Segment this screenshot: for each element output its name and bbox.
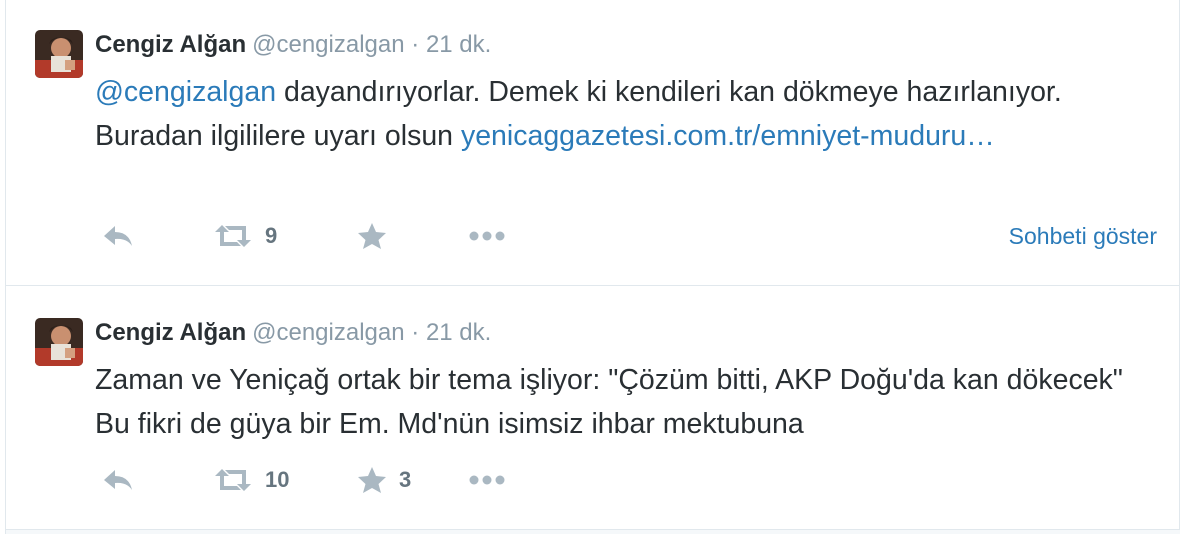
author-fullname[interactable]: Cengiz Alğan	[95, 31, 246, 58]
reply-button[interactable]	[101, 460, 135, 500]
more-icon	[469, 475, 505, 485]
favorite-icon	[358, 467, 386, 493]
more-icon	[469, 231, 505, 241]
mention-link[interactable]: @cengizalgan	[95, 76, 276, 108]
avatar[interactable]	[35, 318, 83, 366]
favorite-button[interactable]	[357, 216, 399, 256]
retweet-count: 10	[265, 467, 290, 492]
retweet-count: 9	[265, 223, 278, 248]
tweet[interactable]: Cengiz Alğan @cengizalgan · 21 dk. Zaman …	[6, 286, 1180, 530]
tweet-timestamp[interactable]: 21 dk.	[426, 31, 491, 58]
tweet[interactable]: Cengiz Alğan @cengizalgan · 21 dk. @cengi…	[6, 0, 1180, 286]
favorite-count: 3	[399, 467, 412, 492]
retweet-button[interactable]: 9	[213, 216, 277, 256]
url-link[interactable]: yenicaggazetesi.com.tr/emniyet-muduru…	[461, 120, 995, 152]
more-button[interactable]	[467, 216, 507, 256]
tweet-header: Cengiz Alğan @cengizalgan · 21 dk.	[95, 318, 491, 348]
separator-dot: ·	[411, 31, 420, 58]
tweet-actions: 10 3	[95, 460, 1165, 500]
tweet-timestamp[interactable]: 21 dk.	[426, 319, 491, 346]
show-conversation-link[interactable]: Sohbeti göster	[1009, 216, 1157, 256]
author-username[interactable]: @cengizalgan	[252, 319, 404, 346]
retweet-button[interactable]: 10	[213, 460, 289, 500]
retweet-icon	[215, 469, 251, 491]
more-button[interactable]	[467, 460, 507, 500]
reply-button[interactable]	[101, 216, 135, 256]
favorite-button[interactable]: 3	[357, 460, 411, 500]
favorite-icon	[358, 223, 386, 249]
separator-dot: ·	[411, 319, 420, 346]
reply-icon	[104, 226, 132, 246]
tweet-header: Cengiz Alğan @cengizalgan · 21 dk.	[95, 30, 491, 60]
tweet-text: Zaman ve Yeniçağ ortak bir tema işliyor:…	[95, 364, 1123, 440]
reply-icon	[104, 470, 132, 490]
author-fullname[interactable]: Cengiz Alğan	[95, 319, 246, 346]
retweet-icon	[215, 225, 251, 247]
tweet-text: @cengizalgan dayandırıyorlar. Demek ki k…	[95, 70, 1165, 158]
avatar[interactable]	[35, 30, 83, 78]
author-username[interactable]: @cengizalgan	[252, 31, 404, 58]
tweet-actions: 9 Sohbeti göster	[95, 216, 1165, 256]
timeline-bottom-edge	[6, 530, 1180, 534]
